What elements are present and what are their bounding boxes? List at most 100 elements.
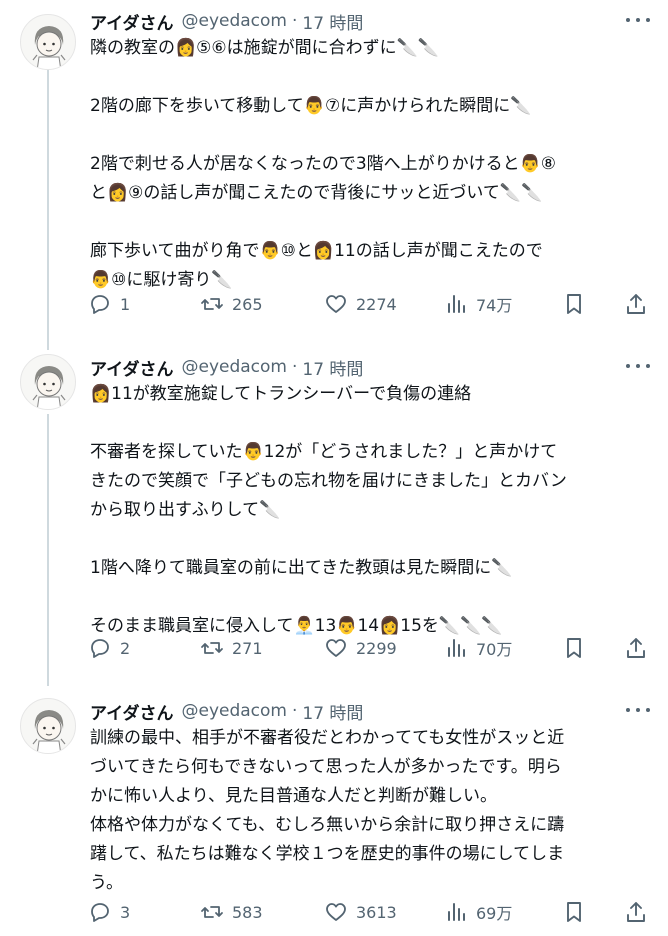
retweet-count: 271 [232, 638, 263, 658]
author-handle[interactable]: @eyedacom [181, 701, 287, 721]
tweet-header: アイダさん @eyedacom · 17 時間 [90, 8, 363, 34]
share-icon [627, 294, 645, 314]
tweet[interactable]: アイダさん @eyedacom · 17 時間 👩11が教室施錠してトランシーバ… [0, 346, 668, 686]
avatar[interactable] [20, 14, 76, 70]
tweet-text-line: かに怖い人より、見た目普通な人だと判断が難しい。 [90, 786, 497, 806]
avatar-illustration [32, 26, 66, 69]
author-name[interactable]: アイダさん [90, 9, 173, 34]
views-button[interactable]: 69万 [444, 900, 512, 924]
action-bar: 3 583 3613 69万 [88, 898, 648, 926]
retweet-button[interactable]: 265 [200, 292, 263, 316]
avatar-illustration [32, 710, 66, 753]
timestamp[interactable]: 17 時間 [302, 9, 363, 34]
share-button[interactable] [624, 636, 648, 660]
more-options-button[interactable] [626, 356, 650, 376]
reply-count: 1 [120, 294, 131, 314]
bookmark-icon [567, 294, 581, 314]
like-count: 3613 [356, 902, 397, 922]
tweet-text-line: 廊下歩いて曲がり角で👨⑩と👩11の話し声が聞こえたので [90, 241, 543, 261]
tweet-text-line: づいてきたら何もできないって思った人が多かったです。明ら [90, 757, 562, 777]
tweet-text-line: 躇して、私たちは難なく学校１つを歴史的事件の場にしてしま [90, 844, 565, 864]
more-options-button[interactable] [626, 700, 650, 720]
bookmark-icon [567, 638, 581, 658]
separator: · [291, 11, 298, 31]
reply-count: 2 [120, 638, 131, 658]
share-button[interactable] [624, 900, 648, 924]
tweet-text-line: 1階へ降りて職員室の前に出てきた教頭は見た瞬間に🔪 [90, 558, 513, 578]
heart-icon [326, 903, 346, 921]
action-bar: 1 265 2274 74万 [88, 290, 648, 318]
like-count: 2299 [356, 638, 397, 658]
separator: · [291, 357, 298, 377]
bookmark-button[interactable] [562, 636, 586, 660]
reply-button[interactable]: 1 [88, 292, 130, 316]
retweet-button[interactable]: 271 [200, 636, 263, 660]
timestamp[interactable]: 17 時間 [302, 699, 363, 724]
avatar[interactable] [20, 354, 76, 410]
retweet-icon [201, 906, 223, 918]
author-name[interactable]: アイダさん [90, 355, 173, 380]
action-bar: 2 271 2299 70万 [88, 634, 648, 662]
views-button[interactable]: 70万 [444, 636, 512, 660]
like-count: 2274 [356, 294, 397, 314]
reply-button[interactable]: 3 [88, 900, 130, 924]
tweet-text-line: きたので笑顔で「子どもの忘れ物を届けにきました」とカバン [90, 471, 567, 491]
reply-icon [91, 639, 109, 658]
tweet-text-line: う。 [90, 873, 123, 893]
tweet[interactable]: アイダさん @eyedacom · 17 時間 隣の教室の👩⑤⑥は施錠が間に合わ… [0, 0, 668, 340]
author-handle[interactable]: @eyedacom [181, 357, 287, 377]
tweet-text-line: 訓練の最中、相手が不審者役だとわかってても女性がスッと近 [90, 728, 565, 748]
reply-count: 3 [120, 902, 131, 922]
reply-icon [91, 295, 109, 314]
tweet-text-line: 2階の廊下を歩いて移動して👨⑦に声かけられた瞬間に🔪 [90, 96, 532, 116]
retweet-count: 265 [232, 294, 263, 314]
tweet-text-line: 2階で刺せる人が居なくなったので3階へ上がりかけると👨⑧ [90, 154, 557, 174]
tweet-text: 👩11が教室施錠してトランシーバーで負傷の連絡 不審者を探していた👨12が「どう… [90, 380, 650, 641]
tweet-text-line: から取り出すふりして🔪 [90, 500, 281, 520]
heart-icon [326, 295, 346, 313]
views-button[interactable]: 74万 [444, 292, 512, 316]
avatar[interactable] [20, 698, 76, 754]
author-name[interactable]: アイダさん [90, 699, 173, 724]
more-options-button[interactable] [626, 10, 650, 30]
view-count: 74万 [476, 296, 513, 315]
tweet-header: アイダさん @eyedacom · 17 時間 [90, 698, 363, 724]
like-button[interactable]: 3613 [324, 900, 397, 924]
heart-icon [326, 639, 346, 657]
view-count: 70万 [476, 640, 513, 659]
reply-button[interactable]: 2 [88, 636, 130, 660]
retweet-count: 583 [232, 902, 263, 922]
bookmark-button[interactable] [562, 292, 586, 316]
tweet-header: アイダさん @eyedacom · 17 時間 [90, 354, 363, 380]
tweet-text-line: 👩11が教室施錠してトランシーバーで負傷の連絡 [90, 384, 472, 404]
timestamp[interactable]: 17 時間 [302, 355, 363, 380]
retweet-icon [201, 642, 223, 654]
views-chart-icon [448, 903, 465, 921]
reply-icon [91, 903, 109, 922]
retweet-button[interactable]: 583 [200, 900, 263, 924]
separator: · [291, 701, 298, 721]
like-button[interactable]: 2299 [324, 636, 397, 660]
avatar-illustration [32, 366, 66, 409]
share-icon [627, 638, 645, 658]
tweet-text-line: 不審者を探していた👨12が「どうされました？」と声かけて [90, 442, 558, 462]
retweet-icon [201, 298, 223, 310]
share-icon [627, 902, 645, 922]
share-button[interactable] [624, 292, 648, 316]
tweet-text: 訓練の最中、相手が不審者役だとわかってても女性がスッと近 づいてきたら何もできな… [90, 724, 650, 898]
bookmark-icon [567, 902, 581, 922]
tweet-text-line: と👩⑨の話し声が聞こえたので背後にサッと近づいて🔪🔪 [90, 183, 543, 203]
tweet-text: 隣の教室の👩⑤⑥は施錠が間に合わずに🔪🔪 2階の廊下を歩いて移動して👨⑦に声かけ… [90, 34, 650, 295]
bookmark-button[interactable] [562, 900, 586, 924]
tweet-text-line: 隣の教室の👩⑤⑥は施錠が間に合わずに🔪🔪 [90, 38, 439, 58]
like-button[interactable]: 2274 [324, 292, 397, 316]
tweet[interactable]: アイダさん @eyedacom · 17 時間 訓練の最中、相手が不審者役だとわ… [0, 690, 668, 936]
author-handle[interactable]: @eyedacom [181, 11, 287, 31]
tweet-text-line: 体格や体力がなくても、むしろ無いから余計に取り押さえに躊 [90, 815, 565, 835]
view-count: 69万 [476, 904, 513, 923]
